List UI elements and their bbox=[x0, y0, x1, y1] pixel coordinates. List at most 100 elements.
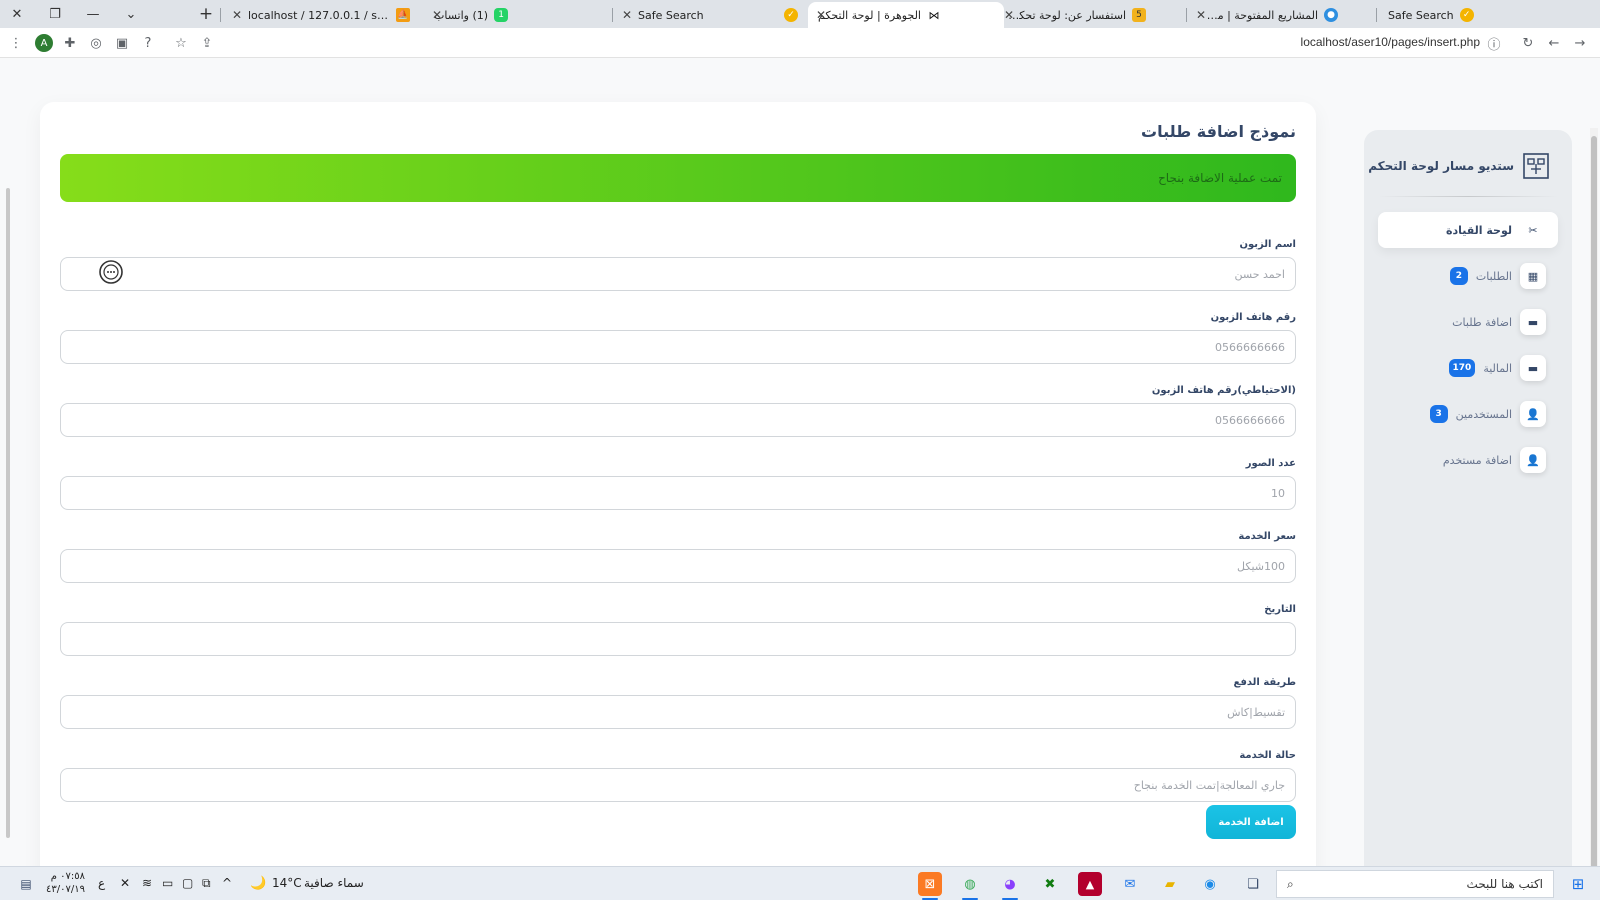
tab-search-chevron-icon[interactable]: ⌄ bbox=[120, 4, 142, 24]
chrome-icon[interactable]: ◍ bbox=[958, 872, 982, 900]
sidebar-item-add-orders[interactable]: ▬ اضافة طلبات bbox=[1378, 304, 1558, 340]
sidebar-brand[interactable]: ستديو مسار لوحة التحكم bbox=[1368, 152, 1550, 180]
cursor-busy-icon bbox=[99, 260, 123, 284]
service-status-input[interactable] bbox=[60, 768, 1296, 802]
backup-phone-input[interactable] bbox=[60, 403, 1296, 437]
sidebar-item-label: الطلبات bbox=[1475, 269, 1512, 283]
search-icon: ⌕ bbox=[1287, 876, 1294, 891]
khamsat-favicon-icon: 5 bbox=[1132, 8, 1146, 22]
menu-dots-icon[interactable]: ⋮ bbox=[6, 33, 26, 53]
sidebar-item-orders[interactable]: ▦ الطلبات 2 bbox=[1378, 258, 1558, 294]
date-label: التاريخ bbox=[1264, 604, 1296, 615]
keyboard-language[interactable]: ع bbox=[98, 876, 105, 890]
user-add-icon: 👤 bbox=[1520, 401, 1546, 427]
sidebar-item-users[interactable]: 👤 المستخدمين 3 bbox=[1378, 396, 1558, 432]
mostaql-favicon-icon: ● bbox=[1324, 8, 1338, 22]
taskbar-clock[interactable]: ٠٧:٥٨ م ٤٣/٠٧/١٩ bbox=[46, 870, 85, 896]
orders-count-badge: 2 bbox=[1449, 267, 1468, 285]
tab-khamsat[interactable]: 5 استفسار عن: لوحة تحكم داش بورد ✕ bbox=[996, 2, 1186, 28]
back-arrow-icon[interactable]: ← bbox=[1544, 33, 1564, 53]
battery-icon[interactable]: ▭ bbox=[162, 876, 173, 890]
sidebar-item-finance[interactable]: ▬ المالية 170 bbox=[1378, 350, 1558, 386]
phpmyadmin-favicon-icon: ⛵ bbox=[396, 8, 410, 22]
extension-camera-icon[interactable]: ▣ bbox=[112, 33, 132, 53]
minimize-window-icon[interactable]: — bbox=[82, 4, 104, 24]
tab-whatsapp[interactable]: 1 (1) واتساب ✕ bbox=[424, 2, 612, 28]
tray-app-icon[interactable]: ⧉ bbox=[202, 876, 211, 891]
site-info-icon[interactable]: ⓘ bbox=[1484, 33, 1504, 53]
tray-display-icon[interactable]: ▢ bbox=[182, 876, 193, 890]
service-price-label: سعر الخدمة bbox=[1238, 531, 1296, 542]
bookmark-star-icon[interactable]: ☆ bbox=[171, 33, 191, 53]
left-scroll-indicator bbox=[6, 188, 10, 838]
card-icon: ▬ bbox=[1520, 355, 1546, 381]
share-icon[interactable]: ⇪ bbox=[197, 33, 217, 53]
messenger-icon[interactable]: ◕ bbox=[998, 872, 1022, 900]
extension-headset-icon[interactable]: ◎ bbox=[86, 33, 106, 53]
form-title: نموذج اضافة طلبات bbox=[1141, 122, 1296, 141]
service-price-input[interactable] bbox=[60, 549, 1296, 583]
forward-arrow-icon[interactable]: → bbox=[1570, 33, 1590, 53]
close-tab-icon[interactable]: ✕ bbox=[232, 8, 242, 22]
file-explorer-icon[interactable]: ▰ bbox=[1158, 872, 1182, 896]
clock-date: ٤٣/٠٧/١٩ bbox=[46, 884, 85, 895]
notifications-icon[interactable]: ▤ bbox=[14, 872, 38, 896]
tab-phpmyadmin[interactable]: ✕ localhost / 127.0.0.1 / stusiomas ⛵ bbox=[224, 2, 420, 28]
tab-safe-search-2[interactable]: ✓ Safe Search ✕ bbox=[614, 2, 804, 28]
check-favicon-icon: ✓ bbox=[1459, 8, 1474, 22]
volume-muted-icon[interactable]: ✕ bbox=[120, 876, 130, 890]
sidebar-item-label: اضافة طلبات bbox=[1452, 315, 1512, 329]
sidebar-item-label: المالية bbox=[1483, 361, 1512, 375]
payment-method-input[interactable] bbox=[60, 695, 1296, 729]
start-windows-icon[interactable]: ⊞ bbox=[1566, 872, 1590, 896]
tab-dashboard-active[interactable]: ⋈ الجوهرة | لوحة التحكم ✕ bbox=[808, 2, 1004, 28]
restore-window-icon[interactable]: ❐ bbox=[44, 4, 66, 24]
sidebar-item-label: المستخدمين bbox=[1455, 407, 1512, 421]
close-tab-icon[interactable]: ✕ bbox=[1004, 8, 1014, 22]
close-window-icon[interactable]: ✕ bbox=[6, 4, 28, 24]
close-tab-icon[interactable]: ✕ bbox=[1196, 8, 1206, 22]
scrollbar-thumb[interactable] bbox=[1591, 136, 1597, 866]
taskbar-search-box[interactable]: اكتب هنا للبحث ⌕ bbox=[1276, 870, 1554, 898]
user-add-icon: 👤 bbox=[1520, 447, 1546, 473]
customer-phone-label: رقم هاتف الزبون bbox=[1210, 312, 1296, 323]
finance-count-badge: 170 bbox=[1448, 359, 1476, 377]
edge-browser-icon[interactable]: ◉ bbox=[1198, 872, 1222, 896]
extensions-puzzle-icon[interactable]: ✚ bbox=[60, 33, 80, 53]
sidebar: ستديو مسار لوحة التحكم ✂ لوحة القيادة ▦ … bbox=[1364, 130, 1572, 866]
app-red-icon[interactable]: ▲ bbox=[1078, 872, 1102, 896]
tray-chevron-icon[interactable]: ^ bbox=[222, 876, 232, 890]
backup-phone-label: (الاحتياطي)رقم هاتف الزبون bbox=[1151, 385, 1296, 396]
sidebar-item-label: اضافة مستخدم bbox=[1442, 453, 1512, 467]
add-service-button[interactable]: اضافة الخدمة bbox=[1206, 805, 1296, 839]
customer-phone-input[interactable] bbox=[60, 330, 1296, 364]
sidebar-item-add-user[interactable]: 👤 اضافة مستخدم bbox=[1378, 442, 1558, 478]
photo-count-input[interactable] bbox=[60, 476, 1296, 510]
tab-strip: ✕ ❐ — ⌄ + ✓ Safe Search ● المشاريع المفت… bbox=[0, 0, 1600, 28]
reload-icon[interactable]: ↻ bbox=[1518, 33, 1538, 53]
task-view-icon[interactable]: ❏ bbox=[1241, 872, 1265, 896]
date-input[interactable] bbox=[60, 622, 1296, 656]
extension-help-icon[interactable]: ? bbox=[138, 33, 158, 53]
sidebar-item-dashboard[interactable]: ✂ لوحة القيادة bbox=[1378, 212, 1558, 248]
tab-mostaql[interactable]: ● المشاريع المفتوحة | مستقل ✕ bbox=[1188, 2, 1374, 28]
page-scrollbar[interactable] bbox=[1590, 128, 1598, 866]
close-tab-icon[interactable]: ✕ bbox=[816, 8, 826, 22]
success-alert: تمت عملية الاضافة بنجاح bbox=[60, 154, 1296, 202]
customer-name-input[interactable] bbox=[60, 257, 1296, 291]
xbox-icon[interactable]: ✖ bbox=[1038, 872, 1062, 896]
mail-icon[interactable]: ✉ bbox=[1118, 872, 1142, 896]
profile-avatar[interactable]: A bbox=[34, 33, 54, 53]
address-bar-url[interactable]: localhost/aser10/pages/insert.php bbox=[1301, 35, 1480, 49]
sidebar-item-label: لوحة القيادة bbox=[1445, 223, 1512, 237]
close-tab-icon[interactable]: ✕ bbox=[432, 8, 442, 22]
wifi-icon[interactable]: ≋ bbox=[142, 876, 152, 890]
new-tab-plus-icon[interactable]: + bbox=[195, 4, 217, 24]
tab-safe-search-1[interactable]: ✓ Safe Search bbox=[1378, 2, 1600, 28]
whatsapp-favicon-icon: 1 bbox=[494, 8, 509, 22]
weather-moon-icon[interactable]: 🌙 bbox=[250, 876, 266, 891]
xampp-icon[interactable]: ⊠ bbox=[918, 872, 942, 900]
customer-name-label: اسم الزبون bbox=[1239, 239, 1296, 250]
close-tab-icon[interactable]: ✕ bbox=[622, 8, 632, 22]
calendar-icon: ▦ bbox=[1520, 263, 1546, 289]
